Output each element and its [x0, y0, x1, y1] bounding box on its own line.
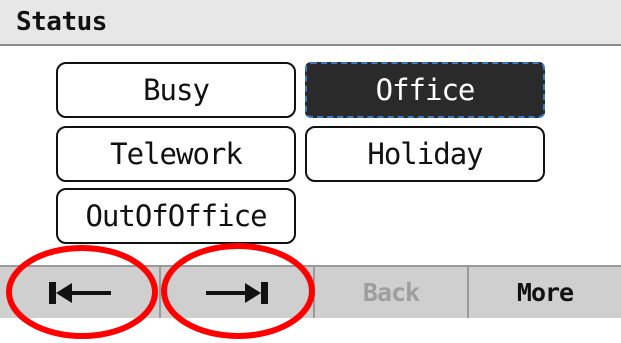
header-bar: Status	[0, 0, 621, 46]
page-title: Status	[16, 7, 107, 37]
softkey-back[interactable]: Back	[315, 267, 467, 318]
move-to-start-icon	[48, 281, 111, 304]
softkey-move-end[interactable]	[161, 267, 313, 318]
softkey-more-label: More	[516, 278, 574, 307]
status-option-holiday[interactable]: Holiday	[305, 126, 545, 182]
status-option-office[interactable]: Office	[305, 62, 545, 118]
softkey-back-label: Back	[362, 278, 420, 307]
status-option-telework[interactable]: Telework	[56, 126, 296, 182]
phone-screen: Status Busy Office Telework Holiday OutO…	[0, 0, 621, 318]
status-option-busy[interactable]: Busy	[56, 62, 296, 118]
softkey-move-start[interactable]	[0, 267, 159, 318]
softkey-more[interactable]: More	[469, 267, 621, 318]
softkey-bar: Back More	[0, 265, 621, 318]
move-to-end-icon	[206, 281, 268, 304]
status-option-outofoffice[interactable]: OutOfOffice	[56, 188, 296, 244]
